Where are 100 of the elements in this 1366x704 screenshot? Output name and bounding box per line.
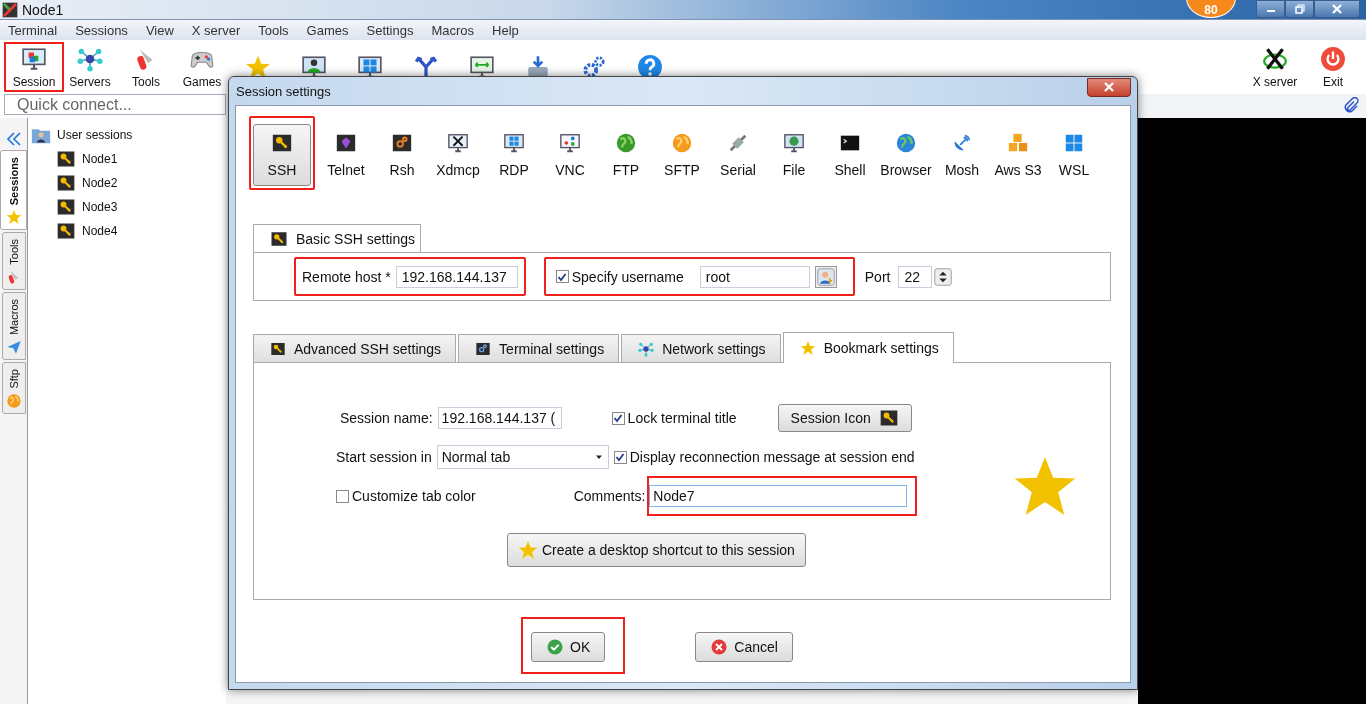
side-tab[interactable]: Tools (1, 232, 26, 290)
dialog-button[interactable]: Cancel (695, 632, 793, 662)
shortcut-button[interactable]: Create a desktop shortcut to this session (507, 533, 806, 567)
close-button[interactable] (1087, 77, 1131, 97)
key-icon (271, 132, 293, 154)
toolbar-button[interactable]: Session (4, 42, 64, 92)
session-icon-button[interactable]: Session Icon (777, 404, 912, 432)
tab[interactable]: Bookmark settings (782, 332, 954, 363)
key-icon (270, 340, 286, 357)
cubes-icon (1007, 132, 1029, 154)
toolbar-button[interactable]: Games (174, 42, 230, 92)
key-icon (56, 149, 76, 169)
quick-connect-field[interactable]: Quick connect... (4, 94, 226, 115)
menu-item[interactable]: Help (488, 22, 523, 38)
menu-item[interactable]: Macros (427, 22, 479, 38)
gem-icon (335, 132, 357, 154)
session-type-button[interactable]: Serial (710, 124, 766, 186)
session-type-button[interactable]: Xdmcp (430, 124, 486, 186)
double-chevron-icon (4, 130, 23, 148)
dialog-title: Session settings (236, 83, 331, 99)
check-circle-icon (546, 638, 565, 656)
monitor-cubes-icon (21, 45, 47, 72)
dropdown[interactable]: Normal tab (436, 445, 609, 469)
session-type-button[interactable]: SFTP (654, 124, 710, 186)
session-type-button[interactable]: Aws S3 (990, 124, 1046, 186)
close-icon (1331, 4, 1343, 14)
globe-icon (5, 392, 22, 409)
checkbox[interactable] (611, 411, 625, 425)
star-icon (518, 540, 538, 560)
globe-icon (671, 132, 693, 154)
session-type-button[interactable]: File (766, 124, 822, 186)
menu-item[interactable]: Games (302, 22, 353, 38)
spinner-icon (934, 267, 953, 286)
field-label: Start session in (336, 449, 432, 465)
checkbox[interactable] (336, 489, 349, 503)
key-icon (56, 173, 76, 193)
session-type-button[interactable]: RDP (486, 124, 542, 186)
session-type-button[interactable]: VNC (542, 124, 598, 186)
tab[interactable]: Network settings (621, 334, 781, 362)
session-type-button[interactable]: Rsh (374, 124, 430, 186)
checkbox-label: Specify username (571, 268, 684, 285)
globe-icon (895, 132, 917, 154)
session-type-button[interactable]: Mosh (934, 124, 990, 186)
side-tab[interactable]: Macros (1, 292, 26, 361)
checkbox[interactable] (555, 270, 569, 283)
menu-item[interactable]: Terminal (4, 22, 62, 38)
port-field[interactable]: 22 (898, 265, 933, 288)
network-icon (638, 340, 655, 357)
badge: 80 (1186, 0, 1236, 18)
user-button[interactable] (814, 265, 837, 288)
menu-item[interactable]: Settings (362, 22, 418, 38)
toolbar-button[interactable]: Servers (62, 42, 118, 92)
tree-item[interactable]: Node1 (82, 152, 118, 166)
session-type-button[interactable]: Browser (878, 124, 934, 186)
restore-button[interactable] (1285, 0, 1314, 18)
dialog-button[interactable]: OK (531, 632, 606, 662)
session-name-field[interactable]: 192.168.144.137 ( (437, 407, 562, 429)
minimize-button[interactable] (1256, 0, 1285, 18)
tab[interactable]: Advanced SSH settings (253, 334, 457, 362)
comments-field[interactable]: Node7 (649, 485, 908, 507)
field-label: Session name: (340, 410, 433, 426)
x-logo-icon (1262, 45, 1288, 72)
monitor-cross-icon (447, 132, 469, 154)
menu-item[interactable]: View (141, 22, 178, 38)
tree-item[interactable]: Node2 (82, 176, 118, 190)
menu-item[interactable]: X server (187, 22, 245, 38)
paper-plane-icon (5, 339, 22, 356)
session-type-button[interactable]: FTP (598, 124, 654, 186)
tab[interactable]: Basic SSH settings (253, 224, 421, 252)
windows-monitor-icon (503, 132, 525, 154)
session-type-button[interactable]: SSH (253, 124, 311, 186)
tab[interactable]: Terminal settings (458, 334, 620, 362)
tree-item[interactable]: Node4 (82, 224, 118, 238)
close-button[interactable] (1314, 0, 1360, 18)
tree-item[interactable]: Node3 (82, 200, 118, 214)
globe-icon (615, 132, 637, 154)
session-type-button[interactable]: Shell (822, 124, 878, 186)
remote-host-field[interactable]: 192.168.144.137 (395, 265, 518, 288)
field-label: Remote host * (302, 268, 391, 285)
toolbar-button[interactable]: Tools (118, 42, 174, 92)
app-logo-icon (2, 1, 18, 18)
key-icon (56, 221, 76, 241)
power-icon (1320, 45, 1346, 72)
toolbar-button[interactable]: Exit (1304, 42, 1362, 92)
star-icon (799, 340, 816, 356)
session-type-button[interactable]: Telnet (318, 124, 374, 186)
checkbox[interactable] (613, 450, 627, 464)
checkbox-label: Customize tab color (352, 488, 476, 504)
username-field[interactable]: root (699, 265, 810, 288)
side-tab[interactable]: Sessions (0, 150, 27, 231)
session-type-button[interactable]: WSL (1046, 124, 1102, 186)
field-label: Comments: (573, 488, 646, 504)
menu-item[interactable]: Tools (254, 22, 293, 38)
plug-icon (727, 132, 749, 154)
tree-item[interactable]: User sessions (57, 128, 133, 142)
globe-monitor-icon (783, 132, 805, 154)
menu-item[interactable]: Sessions (71, 22, 132, 38)
gears-icon (391, 132, 413, 154)
toolbar-button[interactable]: X server (1246, 42, 1304, 92)
side-tab[interactable]: Sftp (1, 362, 26, 414)
